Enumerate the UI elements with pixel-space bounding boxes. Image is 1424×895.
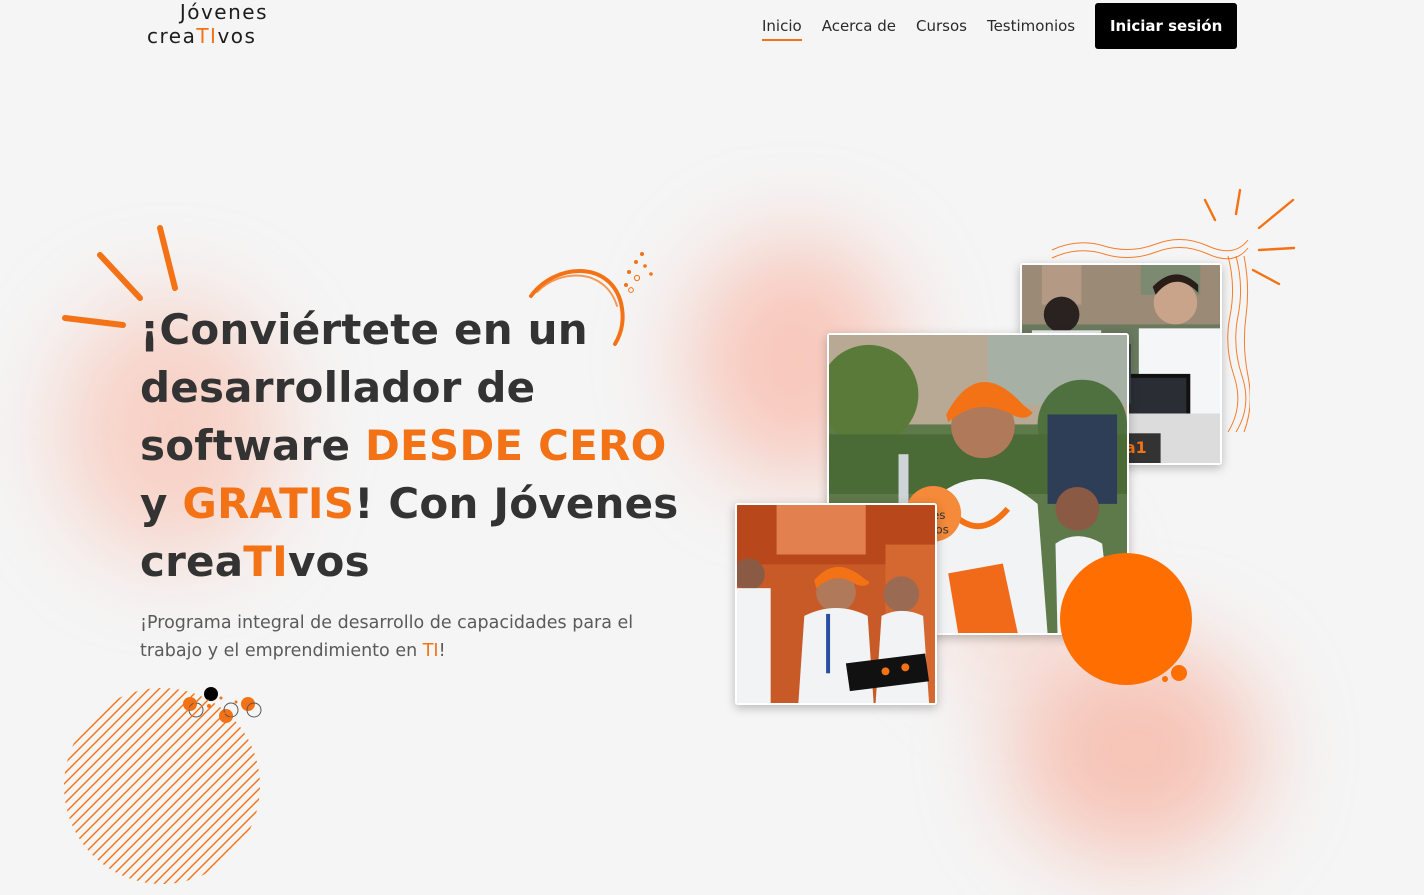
login-button[interactable]: Iniciar sesión (1095, 3, 1238, 49)
striped-circle-icon (64, 688, 260, 884)
nav-link-acerca-de[interactable]: Acerca de (822, 17, 896, 35)
logo-text-prefix: crea (147, 24, 197, 48)
nav-link-inicio[interactable]: Inicio (762, 17, 802, 41)
nav-link-cursos[interactable]: Cursos (916, 17, 967, 35)
hero-title: ¡Conviértete en un desarrollador de soft… (140, 301, 680, 591)
landing-page: Jóvenes creaTIvos Inicio Acerca de Curso… (0, 0, 1424, 895)
decorative-orange-dot (1171, 665, 1187, 681)
hero-title-highlight: GRATIS (182, 479, 355, 528)
hero-title-text: vos (287, 537, 370, 586)
hero-title-highlight: TI (243, 537, 288, 586)
site-header: Jóvenes creaTIvos Inicio Acerca de Curso… (0, 0, 1424, 56)
photo-image (737, 505, 935, 703)
main-nav: Inicio Acerca de Cursos Testimonios Inic… (762, 3, 1238, 49)
photo-students-with-laptop (735, 503, 937, 705)
logo-line-2: creaTIvos (147, 24, 272, 48)
dots-cluster-icon (183, 687, 262, 723)
hero-subtitle-text: ¡Programa integral de desarrollo de capa… (140, 613, 634, 661)
hero-title-highlight: DESDE CERO (364, 421, 667, 470)
logo-text-suffix: vos (217, 24, 257, 48)
hero-subtitle-text: ! (438, 641, 446, 661)
nav-link-testimonios[interactable]: Testimonios (987, 17, 1075, 35)
hero-subtitle-highlight: TI (422, 641, 439, 661)
site-logo[interactable]: Jóvenes creaTIvos (147, 0, 272, 48)
logo-line-1: Jóvenes (179, 0, 268, 24)
logo-text-accent: TI (196, 24, 218, 48)
hero-title-text: y (140, 479, 183, 528)
hero-subtitle: ¡Programa integral de desarrollo de capa… (140, 609, 680, 665)
decorative-orange-circle (1060, 553, 1192, 685)
decorative-orange-dot (1162, 676, 1168, 682)
